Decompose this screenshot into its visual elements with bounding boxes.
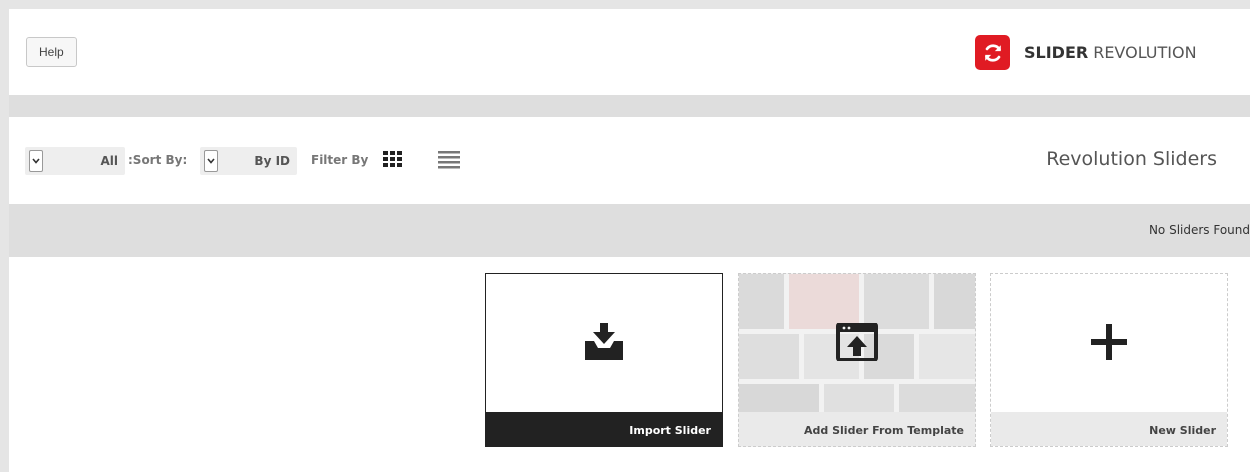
import-slider-card[interactable]: Import Slider [485,273,723,447]
brand-name: SLIDER REVOLUTION [1024,43,1197,62]
download-tray-icon [583,323,625,365]
new-slider-icon-area [991,274,1227,414]
filter-select[interactable]: All [25,147,125,175]
sort-select-value: By ID [254,154,290,168]
brand-name-bold: SLIDER [1024,43,1089,62]
filter-select-value: All [100,154,118,168]
sort-by-label: :Sort By: [128,153,188,167]
import-slider-label: Import Slider [486,412,722,446]
slider-list: Import Slider Add Slider From Template N… [9,257,1250,472]
chevron-down-icon [204,150,218,172]
brand: SLIDER REVOLUTION [975,35,1197,70]
sort-select[interactable]: By ID [200,147,297,175]
brand-name-light: REVOLUTION [1093,43,1197,62]
help-button[interactable]: Help [26,37,77,67]
new-slider-card[interactable]: New Slider [990,273,1228,447]
list-view-icon[interactable] [438,151,460,173]
status-bar: No Sliders Found [9,204,1250,257]
page-title: Revolution Sliders [1046,148,1217,170]
new-slider-label: New Slider [991,412,1227,446]
add-slider-from-template-card[interactable]: Add Slider From Template [738,273,976,447]
top-bar: Help SLIDER REVOLUTION [9,9,1250,95]
grid-view-icon[interactable] [383,151,403,173]
template-upload-icon [836,322,878,365]
filter-by-label: Filter By [311,153,369,167]
empty-state-message: No Sliders Found [1148,223,1250,237]
divider-band [9,95,1250,117]
refresh-icon [975,35,1010,70]
plus-icon [1091,324,1127,364]
chevron-down-icon [29,150,43,172]
filter-toolbar: All :Sort By: By ID Filter By Revolution… [9,117,1250,204]
import-slider-icon-area [486,274,722,414]
add-slider-from-template-label: Add Slider From Template [739,412,975,446]
template-icon-area [739,274,975,414]
